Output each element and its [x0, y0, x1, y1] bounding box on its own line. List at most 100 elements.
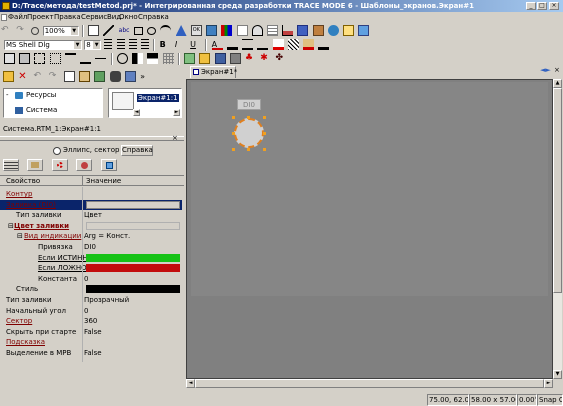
prop-row-if-true[interactable]: Если ИСТИННО: [0, 253, 182, 264]
ellipse-icon[interactable]: [147, 26, 157, 35]
tab-nav-icon[interactable]: ◄►: [540, 66, 551, 74]
node-icon[interactable]: [94, 71, 106, 82]
panel-splitter[interactable]: ×: [0, 134, 184, 142]
copy-icon[interactable]: [63, 71, 75, 82]
props-list-icon[interactable]: [3, 159, 19, 171]
group-icon[interactable]: [34, 53, 46, 64]
prop-row-fill-type[interactable]: Тип заливки Цвет: [0, 210, 182, 221]
binoculars-icon[interactable]: [109, 71, 121, 82]
globe-icon[interactable]: [327, 25, 339, 36]
align-bottom-icon[interactable]: [80, 53, 92, 64]
image-icon[interactable]: [206, 25, 218, 36]
chevron-down-icon[interactable]: ▼: [74, 40, 81, 49]
paste-icon[interactable]: [79, 71, 91, 82]
vertical-scrollbar[interactable]: ▲ ▼: [553, 79, 562, 379]
tab-close-icon[interactable]: ×: [554, 66, 560, 74]
true-color-swatch[interactable]: [86, 253, 180, 262]
video-icon[interactable]: [312, 25, 324, 36]
alarm-icon[interactable]: [297, 25, 309, 36]
grid-icon[interactable]: [162, 53, 174, 64]
scroll-left-button[interactable]: ◄: [133, 109, 140, 116]
align-center-icon[interactable]: [116, 39, 125, 50]
selection-handle[interactable]: [263, 132, 266, 135]
justify-icon[interactable]: [141, 39, 150, 50]
menu-project[interactable]: Проект: [27, 13, 54, 21]
font-size-select[interactable]: 8 ▼: [84, 39, 102, 50]
back-icon[interactable]: [19, 53, 31, 64]
stop-icon[interactable]: ✱: [260, 53, 271, 64]
align-top-icon[interactable]: [64, 53, 76, 64]
button-tool-icon[interactable]: OK: [190, 25, 202, 36]
flip-h-icon[interactable]: [132, 53, 144, 64]
prop-row-if-false[interactable]: Если ЛОЖНО: [0, 263, 182, 274]
selection-handle[interactable]: [263, 148, 266, 151]
scroll-left-button[interactable]: ◄: [186, 379, 195, 388]
scroll-up-button[interactable]: ▲: [553, 79, 562, 88]
italic-icon[interactable]: I: [175, 39, 186, 50]
maximize-button[interactable]: □: [537, 2, 547, 10]
h-scroll-thumb[interactable]: [195, 379, 544, 388]
zoom-select[interactable]: 100% ▼: [42, 25, 79, 36]
ungroup-icon[interactable]: [49, 53, 61, 64]
minimize-button[interactable]: _: [526, 2, 536, 10]
prop-row-contour[interactable]: Контур: [0, 189, 182, 200]
delete-icon[interactable]: ✕: [18, 71, 29, 82]
line-icon[interactable]: [103, 25, 115, 36]
font-select[interactable]: MS Shell Dlg ▼: [4, 39, 82, 50]
prop-row-style[interactable]: Стиль: [0, 284, 182, 295]
prop-row-hide-on-start[interactable]: Скрыть при старте False: [0, 327, 182, 338]
run-icon[interactable]: ♣: [245, 53, 256, 64]
di0-label[interactable]: DI0: [237, 99, 261, 110]
line-style-icon[interactable]: [257, 39, 269, 50]
prop-row-constant[interactable]: Константа 0: [0, 274, 182, 285]
line-color-icon[interactable]: [226, 39, 238, 50]
save-icon[interactable]: [214, 53, 226, 64]
chevron-down-icon[interactable]: ▼: [70, 26, 78, 35]
text-color-icon[interactable]: A: [211, 39, 223, 50]
shape-radio[interactable]: [53, 147, 61, 155]
line-width-icon[interactable]: [242, 39, 254, 50]
align-vcenter-icon[interactable]: [95, 53, 107, 64]
chart-icon[interactable]: [282, 25, 294, 36]
table-icon[interactable]: [266, 25, 278, 36]
flip-v-icon[interactable]: [147, 53, 159, 64]
align-left-icon[interactable]: [104, 39, 113, 50]
close-button[interactable]: ×: [549, 2, 559, 10]
debug-icon[interactable]: ✤: [275, 53, 286, 64]
polygon-icon[interactable]: [175, 25, 187, 36]
chevron-down-icon[interactable]: ▼: [93, 40, 101, 49]
folder-icon[interactable]: [199, 53, 211, 64]
trend-icon[interactable]: [236, 25, 248, 36]
tree-icon[interactable]: [124, 71, 136, 82]
align-right-icon[interactable]: [128, 39, 137, 50]
canvas-area[interactable]: DI0: [186, 79, 553, 379]
scroll-thumb[interactable]: [553, 88, 562, 293]
selection-handle[interactable]: [232, 148, 235, 151]
tab-screen[interactable]: Экран#1*: [190, 66, 237, 78]
bar-icon[interactable]: [221, 25, 233, 36]
selection-handle[interactable]: [232, 116, 235, 119]
tree-item-system[interactable]: Система: [26, 106, 57, 114]
open-folder-icon[interactable]: [3, 71, 14, 82]
menu-help[interactable]: Справка: [138, 13, 169, 21]
rect-icon[interactable]: [133, 26, 143, 35]
horizontal-scrollbar[interactable]: ◄ ►: [186, 379, 553, 388]
back-arrow-icon[interactable]: ↶: [33, 71, 44, 82]
selection-handle[interactable]: [247, 116, 250, 119]
scroll-down-button[interactable]: ▼: [553, 370, 562, 379]
prop-row-tooltip[interactable]: Подсказка: [0, 337, 182, 348]
gauge-icon[interactable]: [251, 25, 263, 36]
close-icon[interactable]: ×: [172, 134, 178, 142]
prop-row-highlight[interactable]: Выделение в МРВ False: [0, 348, 182, 359]
compile-icon[interactable]: [229, 53, 241, 64]
prop-row-indication[interactable]: ⊟ Вид индикации Arg = Конст.: [0, 231, 182, 242]
props-anim-icon[interactable]: [101, 159, 117, 171]
menu-window[interactable]: Окно: [119, 13, 138, 21]
bold-icon[interactable]: B: [160, 39, 171, 50]
help-button[interactable]: Справка: [121, 145, 153, 156]
menu-service[interactable]: Сервис: [81, 13, 107, 21]
chevron-right-icon[interactable]: »: [140, 71, 151, 82]
tree-expander[interactable]: -: [6, 91, 9, 99]
tree-item-screen[interactable]: Экран#1:1: [137, 94, 179, 102]
menu-edit[interactable]: Правка: [54, 13, 81, 21]
